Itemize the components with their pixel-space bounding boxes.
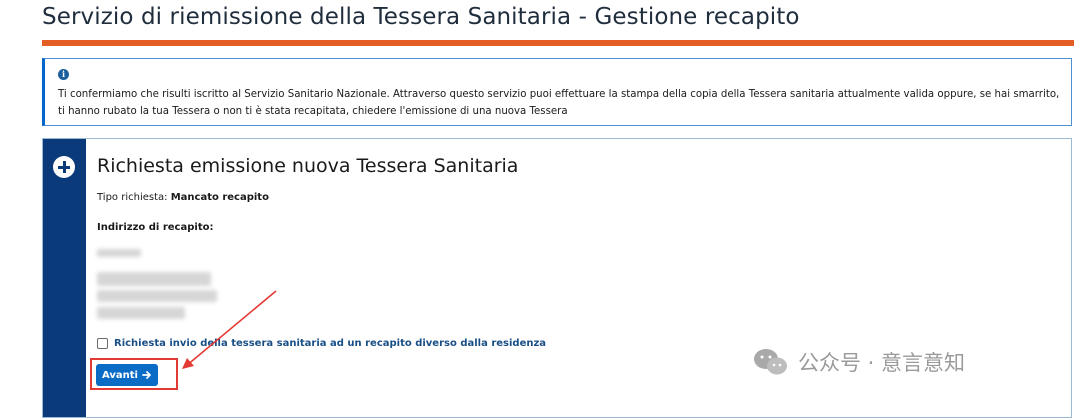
title-divider: [42, 40, 1074, 46]
alt-address-checkbox-row[interactable]: Richiesta invio della tessera sanitaria …: [97, 338, 546, 349]
wechat-icon: [754, 349, 787, 375]
watermark: 公众号 · 意言意知: [752, 346, 965, 378]
watermark-text: 公众号 · 意言意知: [798, 351, 966, 375]
address-label: Indirizzo di recapito:: [97, 222, 214, 233]
alt-address-checkbox-label[interactable]: Richiesta invio della tessera sanitaria …: [114, 338, 546, 349]
info-text: Ti confermiamo che risulti iscritto al S…: [58, 89, 1060, 117]
redacted-address-line: [97, 307, 185, 319]
info-icon: i: [58, 69, 69, 80]
card-title: Richiesta emissione nuova Tessera Sanita…: [97, 155, 519, 177]
request-type-label: Tipo richiesta:: [97, 192, 168, 203]
card-rail: [43, 139, 86, 417]
redacted-address-line: [97, 249, 141, 257]
request-type-value: Mancato recapito: [170, 192, 269, 203]
arrow-right-icon: [142, 371, 151, 379]
plus-circle-icon: [53, 156, 75, 178]
avanti-button-label: Avanti: [102, 369, 138, 381]
request-type: Tipo richiesta: Mancato recapito: [97, 192, 269, 203]
info-alert: i Ti confermiamo che risulti iscritto al…: [42, 58, 1072, 126]
page-title: Servizio di riemissione della Tessera Sa…: [42, 4, 800, 30]
redacted-address-line: [97, 272, 211, 286]
alt-address-checkbox[interactable]: [97, 338, 108, 349]
avanti-button[interactable]: Avanti: [96, 364, 158, 386]
redacted-address-line: [97, 290, 217, 302]
